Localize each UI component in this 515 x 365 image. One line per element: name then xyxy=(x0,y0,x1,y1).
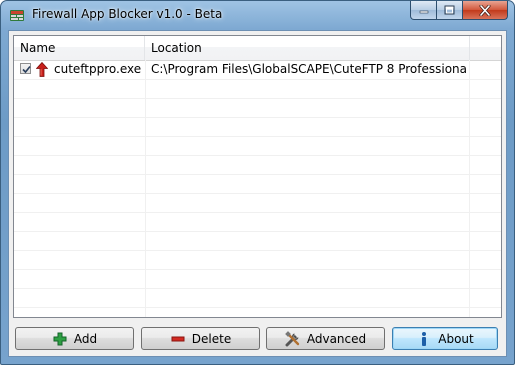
add-button[interactable]: Add xyxy=(15,327,134,350)
column-header-name[interactable]: Name xyxy=(14,36,145,60)
grid-line xyxy=(14,288,501,289)
advanced-button-label: Advanced xyxy=(306,331,367,346)
add-button-label: Add xyxy=(73,331,98,346)
minimize-icon xyxy=(419,10,428,14)
grid-line xyxy=(14,136,501,137)
red-up-arrow-icon xyxy=(35,61,49,77)
advanced-button[interactable]: Advanced xyxy=(266,327,385,350)
close-button[interactable] xyxy=(463,1,508,20)
column-header-name-label: Name xyxy=(20,41,56,55)
caption-buttons xyxy=(410,1,508,21)
grid-line xyxy=(14,79,501,80)
about-button[interactable]: About xyxy=(392,327,498,350)
tools-icon xyxy=(285,330,301,347)
grid-line xyxy=(14,307,501,308)
maximize-button[interactable] xyxy=(437,1,463,20)
row-checkbox[interactable] xyxy=(20,63,31,74)
about-button-label: About xyxy=(438,331,474,346)
grid-line xyxy=(14,117,501,118)
grid-line xyxy=(14,250,501,251)
grid-line xyxy=(14,174,501,175)
column-header-location-label: Location xyxy=(151,41,202,55)
grid-line xyxy=(14,193,501,194)
list-header: Name Location xyxy=(14,36,501,61)
row-location: C:\Program Files\GlobalSCAPE\CuteFTP 8 P… xyxy=(151,62,466,76)
title-bar[interactable]: Firewall App Blocker v1.0 - Beta xyxy=(1,1,514,31)
list-item[interactable]: cuteftppro.exe C:\Program Files\GlobalSC… xyxy=(14,60,501,79)
firewall-app-icon xyxy=(9,7,25,23)
plus-icon xyxy=(52,331,68,347)
window-title: Firewall App Blocker v1.0 - Beta xyxy=(32,7,223,21)
client-area: Name Location cuteftppro.exe C:\Program … xyxy=(8,30,507,357)
grid-line xyxy=(14,155,501,156)
app-list[interactable]: Name Location cuteftppro.exe C:\Program … xyxy=(13,35,502,318)
minus-icon xyxy=(170,331,186,347)
delete-button[interactable]: Delete xyxy=(141,327,260,350)
row-name: cuteftppro.exe xyxy=(54,62,142,76)
grid-line xyxy=(14,269,501,270)
grid-line xyxy=(14,212,501,213)
delete-button-label: Delete xyxy=(191,331,232,346)
maximize-icon xyxy=(444,5,455,15)
grid-line xyxy=(14,231,501,232)
close-icon xyxy=(479,4,491,16)
column-header-location[interactable]: Location xyxy=(145,36,470,60)
minimize-button[interactable] xyxy=(410,1,437,20)
info-icon xyxy=(416,331,432,347)
app-window: Firewall App Blocker v1.0 - Beta Name Lo… xyxy=(0,0,515,365)
grid-line xyxy=(14,98,501,99)
checkmark-icon xyxy=(22,65,31,74)
